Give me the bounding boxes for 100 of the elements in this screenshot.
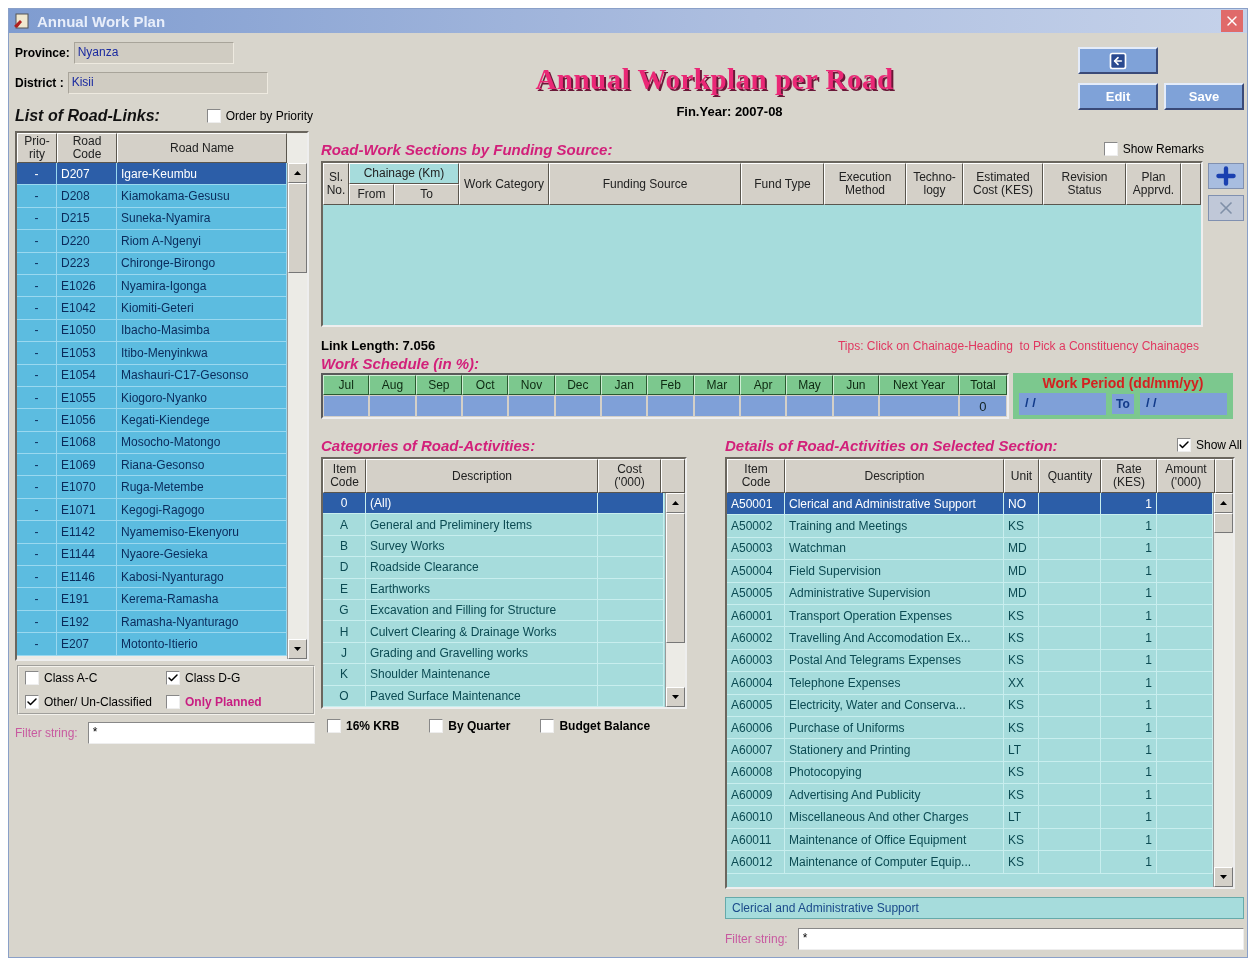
close-button[interactable] xyxy=(1221,10,1243,32)
road-link-row[interactable]: - E1146 Kabosi-Nyanturago xyxy=(17,566,287,589)
checkbox[interactable] xyxy=(166,695,180,709)
checkbox[interactable] xyxy=(327,719,341,733)
percent-field[interactable] xyxy=(369,395,416,417)
activity-row[interactable]: A50003 Watchman MD 1 xyxy=(727,537,1213,561)
scroll-down-button[interactable] xyxy=(1214,867,1233,887)
road-link-row[interactable]: - E1054 Mashauri-C17-Gesonso xyxy=(17,364,287,387)
column-header[interactable]: Item Code xyxy=(323,459,366,493)
scroll-thumb[interactable] xyxy=(288,183,307,273)
column-header[interactable]: Execution Method xyxy=(824,163,906,205)
road-link-row[interactable]: - E1055 Kiogoro-Nyanko xyxy=(17,386,287,410)
activity-row[interactable]: A50002 Training and Meetings KS 1 xyxy=(727,515,1213,538)
activity-row[interactable]: A60005 Electricity, Water and Conserva... KS 1 xyxy=(727,694,1213,717)
option-checkbox[interactable]: Budget Balance xyxy=(540,719,651,733)
show-remarks-checkbox[interactable]: Show Remarks xyxy=(1103,142,1204,156)
district-field[interactable]: Kisii xyxy=(67,72,268,94)
activity-row[interactable]: A60003 Postal And Telegrams Expenses KS 1 xyxy=(727,649,1213,673)
date-field[interactable]: / / xyxy=(1019,393,1107,415)
scroll-down-button[interactable] xyxy=(288,639,307,659)
filter-string-field[interactable]: * xyxy=(87,722,315,744)
column-header[interactable]: Techno- logy xyxy=(906,163,963,205)
road-link-row[interactable]: - E1042 Kiomiti-Geteri xyxy=(17,297,287,320)
percent-field[interactable] xyxy=(415,395,462,417)
filter-checkbox[interactable]: Class D-G xyxy=(166,671,307,685)
option-checkbox[interactable]: By Quarter xyxy=(429,719,511,733)
checkbox[interactable] xyxy=(25,695,39,709)
checkbox[interactable] xyxy=(206,109,221,123)
percent-field[interactable] xyxy=(786,395,833,417)
column-header[interactable]: Unit xyxy=(1004,459,1039,493)
scroll-down-button[interactable] xyxy=(666,687,685,707)
activity-row[interactable]: A60001 Transport Operation Expenses KS 1 xyxy=(727,604,1213,628)
filter-checkbox[interactable]: Other/ Un-Classified xyxy=(25,695,166,709)
option-checkbox[interactable]: 16% KRB xyxy=(327,719,400,733)
road-link-row[interactable]: - D207 Igare-Keumbu xyxy=(17,163,287,186)
checkbox[interactable] xyxy=(25,671,39,685)
percent-field[interactable] xyxy=(323,395,370,417)
category-row[interactable]: D Roadside Clearance xyxy=(323,557,664,579)
column-header[interactable]: Funding Source xyxy=(549,163,741,205)
road-link-row[interactable]: - D215 Suneka-Nyamira xyxy=(17,207,287,231)
column-header[interactable]: From xyxy=(349,184,394,205)
checkbox[interactable] xyxy=(166,671,180,685)
category-row[interactable]: J Grading and Gravelling works xyxy=(323,642,664,665)
road-link-row[interactable]: - E1144 Nyaore-Gesieka xyxy=(17,543,287,567)
column-header[interactable]: Chainage (Km) xyxy=(349,163,459,184)
filter-checkbox[interactable]: Class A-C xyxy=(25,671,166,685)
column-header[interactable]: Cost ('000) xyxy=(598,459,661,493)
road-link-row[interactable]: - D220 Riom A-Ngenyi xyxy=(17,230,287,253)
scrollbar[interactable] xyxy=(665,493,685,707)
road-link-row[interactable]: - E1068 Mosocho-Matongo xyxy=(17,431,287,455)
road-link-row[interactable]: - D208 Kiamokama-Gesusu xyxy=(17,185,287,208)
road-link-row[interactable]: - E1050 Ibacho-Masimba xyxy=(17,319,287,343)
category-row[interactable]: B Survey Works xyxy=(323,535,664,558)
activity-row[interactable]: A50005 Administrative Supervision MD 1 xyxy=(727,582,1213,605)
percent-field[interactable] xyxy=(832,395,879,417)
activity-row[interactable]: A60011 Maintenance of Office Equipment KS 1 xyxy=(727,828,1213,852)
column-header[interactable]: Road Name xyxy=(117,133,287,163)
percent-field[interactable] xyxy=(647,395,694,417)
road-link-row[interactable]: - E191 Kerema-Ramasha xyxy=(17,588,287,611)
checkbox[interactable] xyxy=(429,719,444,733)
category-row[interactable]: K Shoulder Maintenance xyxy=(323,664,664,686)
scrollbar[interactable] xyxy=(1213,493,1233,887)
scrollbar[interactable] xyxy=(287,163,307,659)
column-header[interactable]: Rate (KES) xyxy=(1101,459,1157,493)
activity-row[interactable]: A60010 Miscellaneous And other Charges LT 1 xyxy=(727,806,1213,829)
column-header[interactable]: Road Code xyxy=(57,133,117,163)
activity-row[interactable]: A50004 Field Supervision MD 1 xyxy=(727,560,1213,583)
column-header[interactable]: Item Code xyxy=(727,459,785,493)
column-header[interactable]: Fund Type xyxy=(741,163,824,205)
province-field[interactable]: Nyanza xyxy=(73,42,234,64)
percent-field[interactable] xyxy=(508,395,555,417)
order-by-priority-checkbox[interactable]: Order by Priority xyxy=(206,109,313,123)
scroll-up-button[interactable] xyxy=(666,493,685,513)
percent-field[interactable] xyxy=(693,395,740,417)
category-row[interactable]: H Culvert Clearing & Drainage Works xyxy=(323,621,664,643)
column-header[interactable]: To xyxy=(394,184,459,205)
column-header[interactable]: Estimated Cost (KES) xyxy=(963,163,1043,205)
activity-row[interactable]: A60007 Stationery and Printing LT 1 xyxy=(727,739,1213,762)
percent-field[interactable] xyxy=(554,395,601,417)
category-row[interactable]: G Excavation and Filling for Structure xyxy=(323,600,664,622)
column-header[interactable]: Revision Status xyxy=(1043,163,1126,205)
percent-field[interactable] xyxy=(601,395,648,417)
column-header[interactable]: Sl. No. xyxy=(323,163,349,205)
category-row[interactable]: A General and Preliminery Items xyxy=(323,514,664,536)
road-link-row[interactable]: - E1053 Itibo-Menyinkwa xyxy=(17,342,287,365)
activity-row[interactable]: A60008 Photocopying KS 1 xyxy=(727,761,1213,785)
column-header[interactable]: Prio- rity xyxy=(17,133,57,163)
show-all-checkbox[interactable]: Show All xyxy=(1176,438,1242,452)
activity-row[interactable]: A60012 Maintenance of Computer Equip... KS 1 xyxy=(727,851,1213,874)
column-header[interactable]: Description xyxy=(785,459,1004,493)
activity-row[interactable]: A60002 Travelling And Accomodation Ex... KS 1 xyxy=(727,627,1213,650)
scroll-thumb[interactable] xyxy=(1214,513,1233,533)
activity-row[interactable]: A50001 Clerical and Administrative Support NO 1 xyxy=(727,493,1213,516)
percent-field[interactable]: 0 xyxy=(959,395,1007,417)
percent-field[interactable] xyxy=(462,395,509,417)
road-link-row[interactable]: - E192 Ramasha-Nyanturago xyxy=(17,610,287,634)
percent-field[interactable] xyxy=(879,395,959,417)
back-button[interactable] xyxy=(1078,47,1158,74)
scroll-up-button[interactable] xyxy=(1214,493,1233,513)
checkbox[interactable] xyxy=(1176,438,1191,452)
